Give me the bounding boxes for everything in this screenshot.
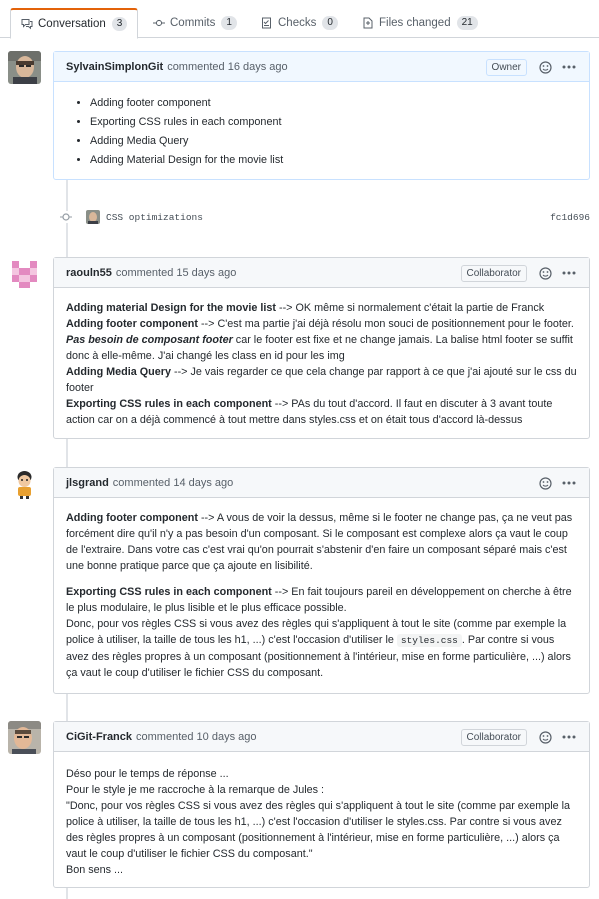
bold-text: Exporting CSS rules in each component [66,586,272,598]
tab-commits[interactable]: Commits 1 [143,8,247,38]
avatar[interactable] [8,51,41,84]
more-options-icon[interactable] [561,729,577,745]
file-diff-icon [362,17,374,29]
avatar[interactable] [8,257,41,290]
list-item: Adding footer component [90,94,577,113]
comment-body: Déso pour le temps de réponse ... Pour l… [54,752,589,888]
tab-label: Commits [170,17,216,29]
role-badge: Collaborator [460,264,527,282]
list-item: Adding Media Query [90,132,577,151]
comment-body: Adding footer component --> A vous de vo… [54,498,589,691]
bold-text: Adding Media Query [66,366,171,378]
git-commit-icon [60,211,72,223]
git-commit-icon [153,17,165,29]
comment-timestamp[interactable]: commented 14 days ago [113,477,233,489]
role-badge: Collaborator [460,728,527,746]
timeline-line [66,694,68,721]
timeline-line [66,888,68,899]
comment-author[interactable]: CiGit-Franck [66,731,132,743]
bold-text: Adding material Design for the movie lis… [66,302,276,314]
comment-card: jlsgrand commented 14 days ago Adding fo… [53,467,590,694]
comment-header: raouln55 commented 15 days ago Collabora… [54,258,589,288]
comment-author[interactable]: jlsgrand [66,477,109,489]
comment-header: CiGit-Franck commented 10 days ago Colla… [54,722,589,752]
comment-paragraph: Exporting CSS rules in each component --… [66,396,577,428]
tab-count: 21 [456,16,478,30]
commit-author-avatar[interactable] [86,210,100,224]
comment-timestamp[interactable]: commented 15 days ago [116,267,236,279]
add-reaction-icon[interactable] [537,59,553,75]
timeline-line [66,439,68,467]
commit-row: CSS optimizations fc1d696 [60,207,590,227]
comment-line: Pour le style je me raccroche à la remar… [66,784,325,796]
comment-timestamp[interactable]: commented 16 days ago [167,61,287,73]
more-options-icon[interactable] [561,59,577,75]
comment-author[interactable]: SylvainSimplonGit [66,61,163,73]
comment-line: Déso pour le temps de réponse ... [66,768,229,780]
bold-text: Adding footer component [66,512,198,524]
pr-tabs: Conversation 3 Commits 1 Checks 0 Files … [0,0,599,39]
commit-sha[interactable]: fc1d696 [550,212,590,223]
more-options-icon[interactable] [561,265,577,281]
avatar[interactable] [8,721,41,754]
comment-paragraph: Adding footer component --> A vous de vo… [66,510,577,574]
commit-message[interactable]: CSS optimizations [106,212,203,223]
comment-body: Adding material Design for the movie lis… [54,288,589,438]
role-badge: Owner [485,58,527,76]
comment-paragraph: Adding footer component --> C'est ma par… [66,316,577,364]
comment-body: Adding footer component Exporting CSS ru… [54,82,589,180]
bold-text: Adding footer component [66,318,198,330]
comment-header: SylvainSimplonGit commented 16 days ago … [54,52,589,82]
add-reaction-icon[interactable] [537,265,553,281]
comment-header: jlsgrand commented 14 days ago [54,468,589,498]
bold-italic-text: Pas besoin de composant footer [66,334,233,346]
more-options-icon[interactable] [561,475,577,491]
comment-card: raouln55 commented 15 days ago Collabora… [53,257,590,439]
comment-paragraph: Adding material Design for the movie lis… [66,300,577,316]
tab-count: 0 [322,16,338,30]
inline-code: styles.css [396,634,462,647]
tab-files-changed[interactable]: Files changed 21 [352,8,488,38]
comment-author[interactable]: raouln55 [66,267,112,279]
text: --> OK même si normalement c'était la pa… [275,302,545,314]
tab-conversation[interactable]: Conversation 3 [10,8,139,39]
list-item: Exporting CSS rules in each component [90,113,577,132]
bold-text: Exporting CSS rules in each component [66,398,272,410]
tab-label: Checks [278,17,317,29]
tab-count: 1 [221,16,237,30]
tab-count: 3 [111,17,128,31]
comment-line: "Donc, pour vos règles CSS si vous avez … [66,800,571,860]
comment-card: SylvainSimplonGit commented 16 days ago … [53,51,590,180]
tab-checks[interactable]: Checks 0 [251,8,348,38]
comment-paragraph: Exporting CSS rules in each component --… [66,584,577,681]
tab-label: Files changed [379,17,451,29]
add-reaction-icon[interactable] [537,475,553,491]
avatar[interactable] [8,467,41,500]
comment-discussion-icon [21,18,33,30]
comment-card: CiGit-Franck commented 10 days ago Colla… [53,721,590,888]
comment-timestamp[interactable]: commented 10 days ago [136,731,256,743]
add-reaction-icon[interactable] [537,729,553,745]
comment-paragraph: Adding Media Query --> Je vais regarder … [66,364,577,396]
tab-label: Conversation [38,18,106,30]
comment-line: Bon sens ... [66,864,124,876]
text: --> C'est ma partie j'ai déjà résolu mon… [197,318,574,330]
list-item: Adding Material Design for the movie lis… [90,151,577,170]
checklist-icon [261,17,273,29]
